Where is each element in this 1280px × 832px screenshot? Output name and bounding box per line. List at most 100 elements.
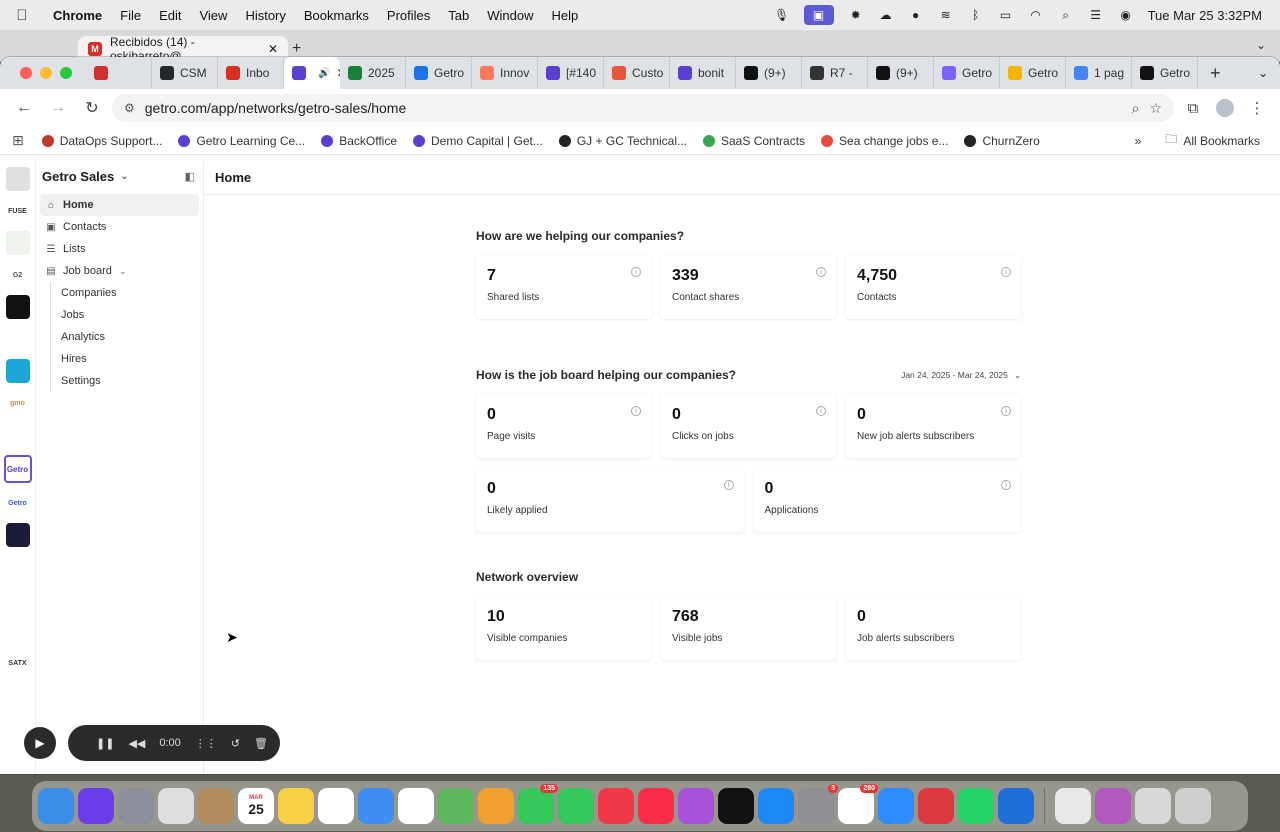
network-logo[interactable]: SATX <box>5 651 30 675</box>
all-bookmarks-folder[interactable]: 🗀 All Bookmarks <box>1157 130 1268 151</box>
subnav-analytics[interactable]: Analytics <box>61 326 199 348</box>
network-logo[interactable] <box>5 619 30 643</box>
settings-icon[interactable]: 3 <box>798 784 838 824</box>
pause-icon[interactable]: ❚❚ <box>96 737 114 750</box>
menu-help[interactable]: Help <box>543 8 588 23</box>
collapse-sidebar-icon[interactable]: ◧ <box>185 170 195 183</box>
info-icon[interactable]: i <box>816 267 826 277</box>
browser-tab[interactable]: 1 pag <box>1066 57 1132 89</box>
menu-history[interactable]: History <box>236 8 294 23</box>
siri-status-icon[interactable]: ◉ <box>1118 8 1134 22</box>
windsurf-icon[interactable] <box>998 788 1034 824</box>
apps-grid-icon[interactable]: ⊞ <box>12 132 28 149</box>
menu-edit[interactable]: Edit <box>150 8 190 23</box>
site-info-icon[interactable]: ⚙ <box>124 101 135 115</box>
network-logo[interactable]: FUSE <box>5 199 30 223</box>
menu-file[interactable]: File <box>111 8 150 23</box>
network-logo[interactable] <box>5 555 30 579</box>
info-icon[interactable]: i <box>723 480 734 490</box>
info-icon[interactable]: i <box>1001 480 1011 490</box>
network-logo[interactable] <box>5 423 30 447</box>
browser-tab[interactable]: Innov <box>472 57 538 89</box>
bookmark-item[interactable]: SaaS Contracts <box>695 134 813 148</box>
menu-view[interactable]: View <box>190 8 236 23</box>
back-button[interactable]: ← <box>10 94 38 122</box>
profile-avatar[interactable] <box>1212 95 1238 121</box>
slack-icon[interactable]: 280 <box>838 784 878 824</box>
speaker-icon[interactable]: 🔊 <box>318 68 330 79</box>
downloads-icon[interactable] <box>1135 788 1171 824</box>
network-logo[interactable] <box>5 587 30 611</box>
browser-tab[interactable]: Getro <box>406 57 472 89</box>
network-logo[interactable] <box>5 683 30 707</box>
info-icon[interactable]: i <box>1001 267 1011 277</box>
calendar-icon[interactable]: MAR 25 <box>238 788 274 824</box>
network-logo[interactable] <box>5 327 30 351</box>
apple-icon[interactable]:  <box>0 7 44 24</box>
browser-tab[interactable]: R7 - <box>802 57 868 89</box>
mail-icon[interactable] <box>358 788 394 824</box>
podcasts-icon[interactable] <box>678 788 714 824</box>
address-bar[interactable]: ⚙ getro.com/app/networks/getro-sales/hom… <box>112 94 1174 122</box>
browser-tab[interactable] <box>86 57 152 89</box>
menu-bookmarks[interactable]: Bookmarks <box>295 8 378 23</box>
info-icon[interactable]: i <box>1001 406 1011 416</box>
trash-icon[interactable] <box>1175 788 1211 824</box>
tv-icon[interactable] <box>718 788 754 824</box>
menu-window[interactable]: Window <box>478 8 542 23</box>
new-tab-button[interactable]: + <box>1198 63 1233 84</box>
bluetooth-icon[interactable]: ᛒ <box>968 8 984 22</box>
subnav-jobs[interactable]: Jobs <box>61 304 199 326</box>
browser-tab[interactable]: bonit <box>670 57 736 89</box>
siri-icon[interactable] <box>78 788 114 824</box>
reload-button[interactable]: ↻ <box>78 94 106 122</box>
network-logo[interactable]: Getro <box>5 491 30 515</box>
pdf-file-icon[interactable] <box>1055 788 1091 824</box>
subnav-settings[interactable]: Settings <box>61 370 199 392</box>
facetime-icon[interactable] <box>558 788 594 824</box>
subnav-companies[interactable]: Companies <box>61 282 199 304</box>
browser-tab[interactable]: Getro <box>1132 57 1198 89</box>
new-tab-icon[interactable]: + <box>292 40 301 58</box>
chevron-down-icon[interactable]: ⌄ <box>1256 38 1266 52</box>
photos-icon[interactable] <box>478 788 514 824</box>
control-center-icon[interactable]: ☰ <box>1088 8 1104 22</box>
cloud-icon[interactable]: ☁ <box>878 8 894 22</box>
folder-stack-icon[interactable] <box>1095 788 1131 824</box>
browser-tab[interactable]: CSM <box>152 57 218 89</box>
info-icon[interactable]: i <box>816 406 826 416</box>
nav-contacts[interactable]: ▣ Contacts <box>40 216 199 238</box>
maps-icon[interactable] <box>438 788 474 824</box>
whatsapp-icon[interactable] <box>958 788 994 824</box>
network-logo[interactable] <box>5 359 30 383</box>
zoom-icon[interactable] <box>878 788 914 824</box>
browser-tab[interactable]: 2025 <box>340 57 406 89</box>
reminders-icon[interactable] <box>398 788 434 824</box>
nav-job-board[interactable]: ▤ Job board ⌄ <box>40 260 199 282</box>
browser-tab[interactable]: [#140 <box>538 57 604 89</box>
browser-tab[interactable]: Custo <box>604 57 670 89</box>
browser-tab[interactable]: Getro <box>934 57 1000 89</box>
browser-tab[interactable]: (9+) <box>736 57 802 89</box>
camera-toggle-button[interactable]: ▶ <box>24 727 56 759</box>
zoom-status-icon[interactable]: ● <box>908 8 924 22</box>
network-logo[interactable] <box>5 167 30 191</box>
chrome-icon[interactable] <box>158 788 194 824</box>
url-text[interactable]: getro.com/app/networks/getro-sales/home <box>145 100 1122 116</box>
bookmark-item[interactable]: Sea change jobs e... <box>813 134 956 148</box>
notes-icon[interactable] <box>278 788 314 824</box>
nav-lists[interactable]: ☰ Lists <box>40 238 199 260</box>
screen-share-icon[interactable]: ▣ <box>803 5 834 25</box>
nav-home[interactable]: ⌂ Home <box>40 194 199 216</box>
spotlight-search-icon[interactable]: ⌕ <box>1058 8 1074 22</box>
bookmark-item[interactable]: DataOps Support... <box>34 134 171 148</box>
expressvpn-icon[interactable] <box>918 788 954 824</box>
bookmark-item[interactable]: BackOffice <box>313 134 405 148</box>
brightness-icon[interactable]: ✹ <box>848 8 864 22</box>
forward-button[interactable]: → <box>44 94 72 122</box>
date-range-selector[interactable]: Jan 24, 2025 - Mar 24, 2025 ⌄ <box>901 370 1021 381</box>
menu-app-name[interactable]: Chrome <box>44 8 111 23</box>
restart-icon[interactable]: ↺ <box>231 737 240 750</box>
bookmark-item[interactable]: Getro Learning Ce... <box>170 134 313 148</box>
tab-search-icon[interactable]: ⌄ <box>1258 66 1280 80</box>
